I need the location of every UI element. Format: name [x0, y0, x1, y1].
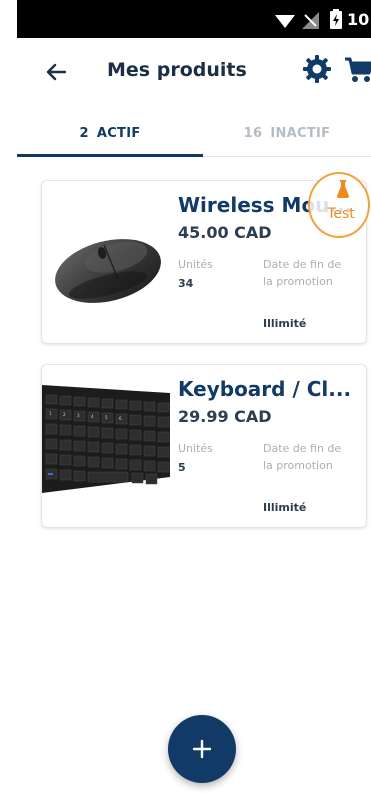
test-badge-label: Test: [327, 206, 355, 222]
units-label: Unités: [178, 442, 213, 455]
promo-end-value: Illimité: [263, 501, 307, 514]
status-time: 10:5: [347, 10, 371, 29]
active-tab-indicator: [17, 154, 203, 157]
units-value: 5: [178, 461, 186, 474]
page-title: Mes produits: [107, 59, 247, 81]
units-value: 34: [178, 277, 194, 290]
status-bar: 10:5: [17, 0, 371, 38]
promo-end-label: Date de fin de la promotion: [263, 442, 342, 472]
test-badge[interactable]: Test: [308, 172, 370, 238]
settings-button[interactable]: [302, 54, 332, 84]
promo-end-value: Illimité: [263, 317, 307, 330]
tab-divider: [203, 156, 371, 157]
cellular-icon: [302, 12, 319, 29]
add-product-button[interactable]: [168, 715, 236, 783]
app-header: Mes produits: [0, 38, 371, 106]
keyboard-image: 123456: [42, 385, 170, 493]
settings-gear-icon: [303, 55, 331, 83]
cart-button[interactable]: [344, 56, 371, 84]
flask-icon: [337, 180, 349, 198]
screen: 10:5 Mes produits: [0, 0, 371, 795]
tab-inactif[interactable]: 16 INACTIF: [203, 110, 371, 156]
plus-icon: [192, 739, 212, 759]
wifi-icon: [275, 15, 295, 28]
tab-actif[interactable]: 2 ACTIF: [17, 110, 203, 156]
product-price: 45.00 CAD: [178, 223, 272, 242]
tab-actif-count: 2: [79, 125, 89, 141]
product-price: 29.99 CAD: [178, 407, 272, 426]
back-arrow-icon: [46, 63, 66, 81]
product-card[interactable]: 123456 Keyboard / Cl... 29.99 CAD Unités…: [41, 364, 367, 528]
tab-inactif-label: INACTIF: [270, 125, 331, 141]
battery-icon: [330, 9, 342, 29]
tab-bar: 2 ACTIF 16 INACTIF: [17, 110, 371, 158]
cart-icon: [345, 57, 371, 82]
back-button[interactable]: [40, 58, 72, 86]
promo-end-label: Date de fin de la promotion: [263, 258, 342, 288]
tab-actif-label: ACTIF: [96, 125, 141, 141]
tab-inactif-count: 16: [243, 125, 263, 141]
units-label: Unités: [178, 258, 213, 271]
product-name: Keyboard / Cl...: [178, 377, 352, 401]
mouse-image: [55, 239, 161, 303]
